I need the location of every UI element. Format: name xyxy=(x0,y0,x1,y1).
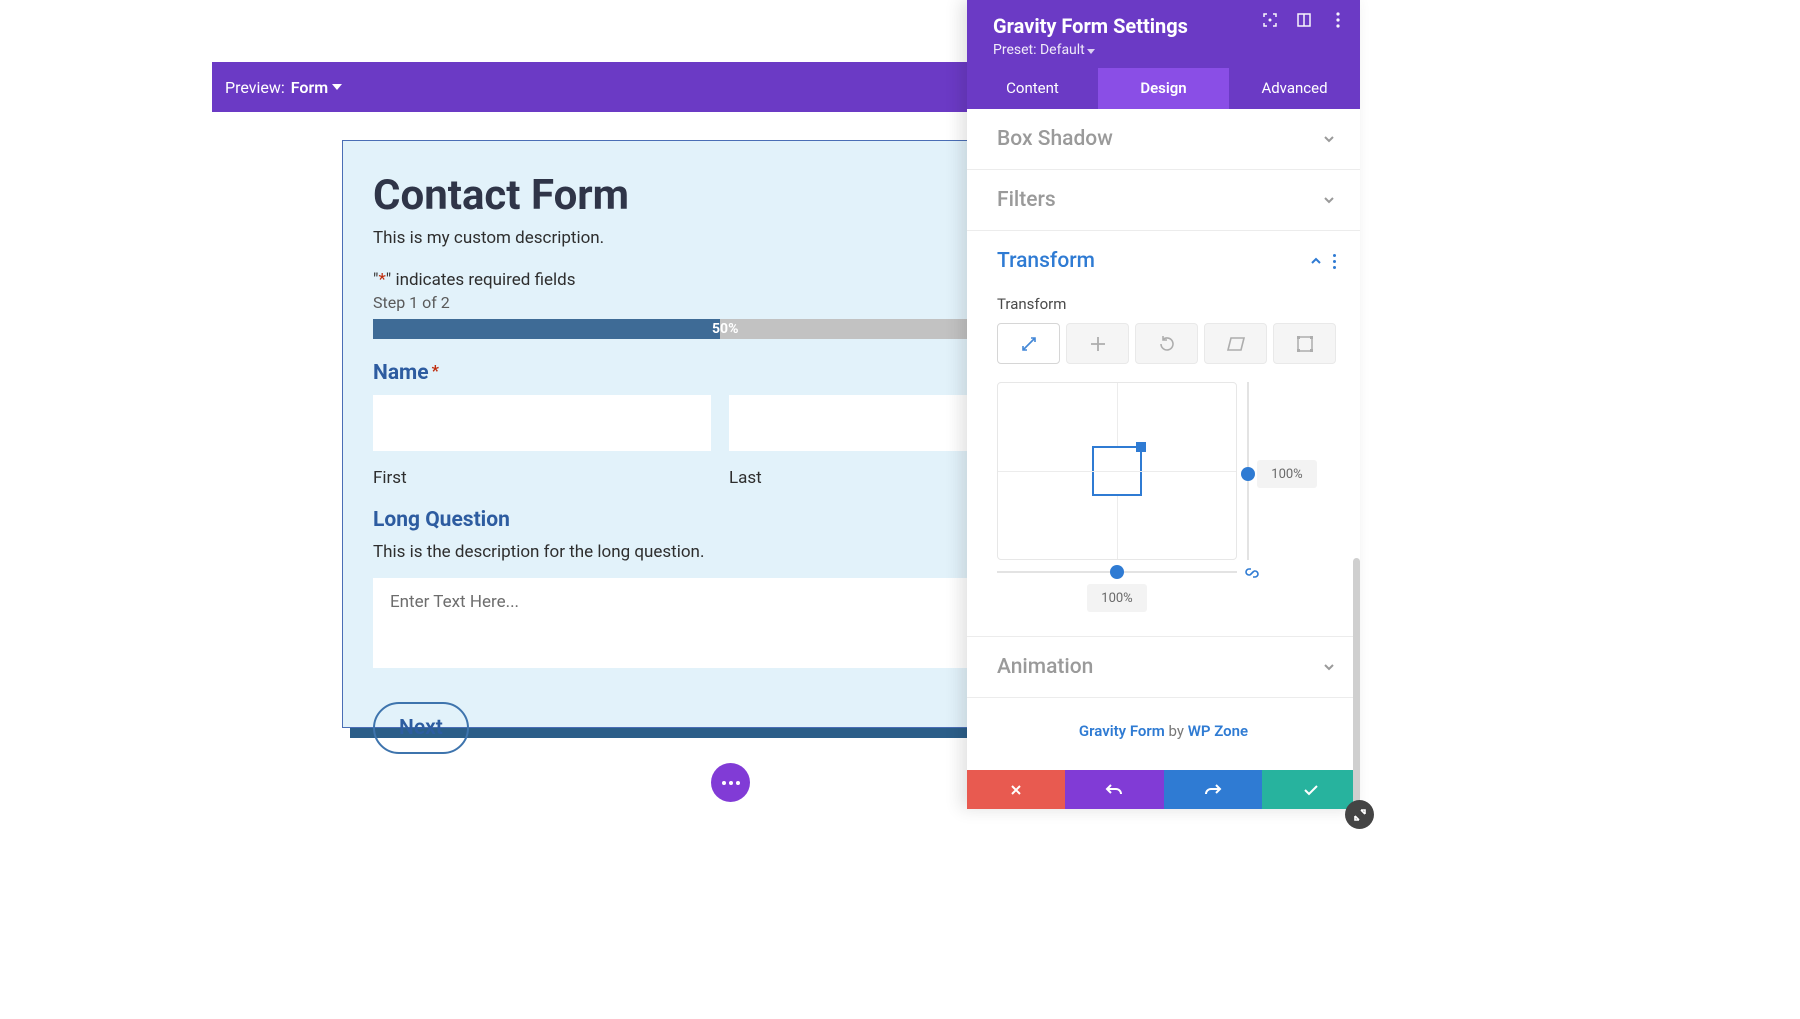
settings-panel: Gravity Form Settings Preset: Default Co… xyxy=(967,0,1360,809)
form-description: This is my custom description. xyxy=(373,228,1067,248)
name-row: First Last xyxy=(373,395,1067,488)
vertical-readout[interactable]: 100% xyxy=(1257,460,1317,488)
save-button[interactable] xyxy=(1262,770,1360,809)
preset-dropdown[interactable]: Preset: Default xyxy=(993,42,1340,58)
long-question-label: Long Question xyxy=(373,508,1067,532)
cancel-button[interactable] xyxy=(967,770,1065,809)
preview-dropdown[interactable]: Form xyxy=(291,78,328,97)
tool-translate[interactable] xyxy=(1066,323,1129,364)
section-kebab-icon[interactable] xyxy=(1333,254,1336,269)
chevron-down-icon xyxy=(1322,193,1336,207)
tool-skew[interactable] xyxy=(1204,323,1267,364)
redo-button[interactable] xyxy=(1164,770,1262,809)
caret-down-icon[interactable] xyxy=(332,84,342,90)
scale-corner-icon[interactable] xyxy=(1136,442,1146,452)
transform-tool-row xyxy=(997,323,1336,364)
bottom-action-bar xyxy=(967,770,1360,809)
expand-fab[interactable] xyxy=(1345,800,1374,829)
settings-tabs: Content Design Advanced xyxy=(967,68,1360,109)
credit-line: Gravity Form by WP Zone xyxy=(967,698,1360,770)
tool-origin[interactable] xyxy=(1273,323,1336,364)
required-note: "*" indicates required fields xyxy=(373,270,1067,290)
scrollbar-thumb[interactable] xyxy=(1353,558,1360,808)
progress-bar: 50% xyxy=(373,319,1067,339)
more-fab[interactable] xyxy=(711,763,750,802)
first-name-input[interactable] xyxy=(373,395,711,451)
transform-area: 100% 100% xyxy=(997,382,1336,612)
transform-handle[interactable] xyxy=(1092,446,1142,496)
preview-bar: Preview: Form xyxy=(212,62,967,112)
name-label: Name* xyxy=(373,361,1067,385)
tool-scale[interactable] xyxy=(997,323,1060,364)
tab-content[interactable]: Content xyxy=(967,68,1098,109)
long-question-textarea[interactable] xyxy=(373,578,1067,668)
section-filters[interactable]: Filters xyxy=(967,170,1360,231)
link-axes-icon[interactable] xyxy=(1243,564,1261,582)
section-box-shadow[interactable]: Box Shadow xyxy=(967,109,1360,170)
tab-design[interactable]: Design xyxy=(1098,68,1229,109)
next-button[interactable]: Next xyxy=(373,702,469,754)
undo-button[interactable] xyxy=(1065,770,1163,809)
transform-sublabel: Transform xyxy=(997,295,1336,313)
section-transform[interactable]: Transform xyxy=(967,231,1360,291)
horizontal-readout[interactable]: 100% xyxy=(1087,584,1147,612)
progress-fill xyxy=(373,319,720,339)
step-indicator: Step 1 of 2 xyxy=(373,293,1067,312)
credit-link-wpzone[interactable]: WP Zone xyxy=(1188,722,1248,740)
settings-header: Gravity Form Settings Preset: Default xyxy=(967,0,1360,68)
chevron-up-icon xyxy=(1309,254,1323,268)
preview-label: Preview: xyxy=(225,78,285,97)
long-question-desc: This is the description for the long que… xyxy=(373,542,1067,562)
vertical-slider-thumb[interactable] xyxy=(1241,467,1255,481)
tool-rotate[interactable] xyxy=(1135,323,1198,364)
transform-body: Transform xyxy=(967,295,1360,637)
tab-advanced[interactable]: Advanced xyxy=(1229,68,1360,109)
transform-grid[interactable] xyxy=(997,382,1237,560)
section-animation[interactable]: Animation xyxy=(967,637,1360,698)
chevron-down-icon xyxy=(1322,132,1336,146)
first-name-sublabel: First xyxy=(373,468,711,488)
credit-link-gravity[interactable]: Gravity Form xyxy=(1079,722,1165,740)
horizontal-slider-thumb[interactable] xyxy=(1110,565,1124,579)
focus-icon[interactable] xyxy=(1262,12,1278,28)
chevron-down-icon xyxy=(1322,660,1336,674)
kebab-icon[interactable] xyxy=(1330,12,1346,28)
panel-icon[interactable] xyxy=(1296,12,1312,28)
progress-percent: 50% xyxy=(712,319,738,339)
form-title: Contact Form xyxy=(373,171,1067,220)
